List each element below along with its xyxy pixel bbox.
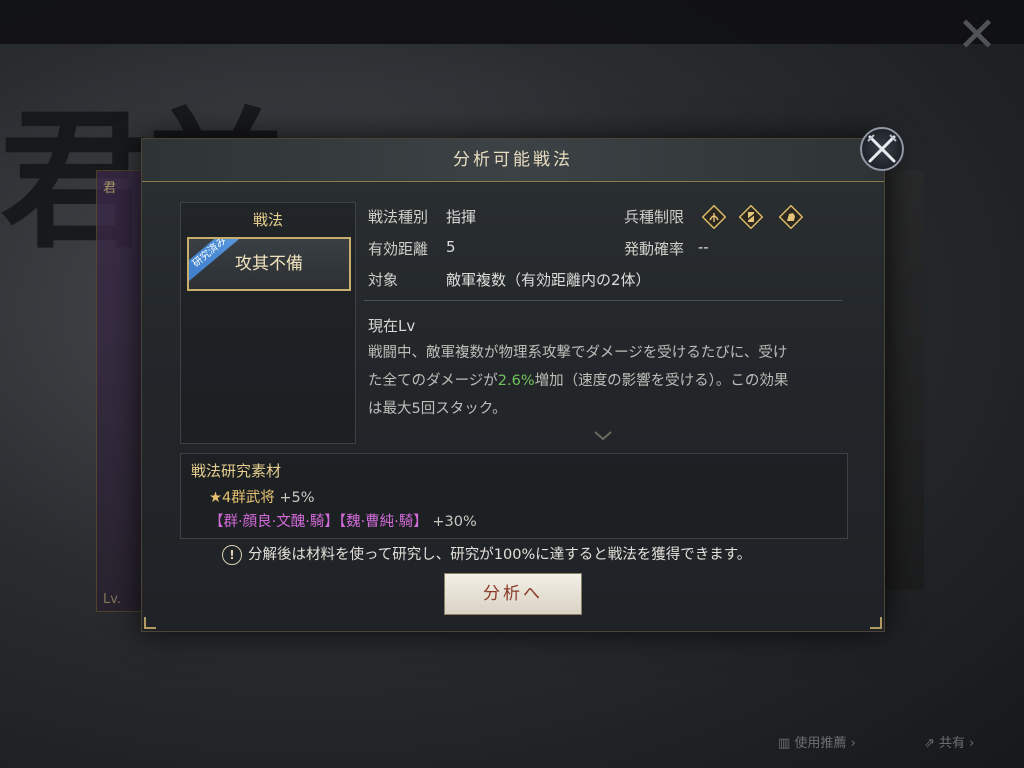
tactic-type-value: 指揮 [446,208,477,226]
current-level-title: 現在Lv [368,317,416,335]
material-item-1-name: ★4群武将 [209,490,275,506]
background-card-level: Lv. [103,592,122,607]
target-value: 敵軍複数（有効距離内の2体） [446,271,651,289]
share-button: ⇗ 共有 › [924,736,975,751]
material-item-2: 【群·顔良·文醜·騎】【魏·曹純·騎】 +30% [209,510,477,531]
cavalry-icon[interactable] [778,204,804,230]
info-divider [364,300,842,301]
corner-ornament-left [144,617,156,629]
tactic-description: 戦闘中、敵軍複数が物理系攻撃でダメージを受けるたびに、受け た全てのダメージが2… [368,339,844,423]
research-notice: ! 分解後は材料を使って研究し、研究が100%に達すると戦法を獲得できます。 [222,543,822,567]
tactic-list-title: 戦法 [252,211,283,229]
background-close-icon: ✕ [956,7,998,63]
tactic-list-panel: 戦法 攻其不備 研究済み [180,202,356,444]
material-item-2-name: 【群·顔良·文醜·騎】【魏·曹純·騎】 [209,514,428,530]
description-line-2: た全てのダメージが2.6%増加（速度の影響を受ける）。この効果 [368,373,789,389]
share-label: 共有 [939,736,966,751]
range-label: 有効距離 [368,240,429,258]
dialog-title: 分析可能戦法 [453,150,573,170]
material-item-2-bonus: +30% [432,514,477,530]
background-card-title: 君 [103,181,117,196]
tactic-item-selected[interactable]: 攻其不備 研究済み [187,237,351,291]
materials-title: 戦法研究素材 [191,462,282,480]
research-materials-panel: 戦法研究素材 ★4群武将 +5% 【群·顔良·文醜·騎】【魏·曹純·騎】 +30… [180,453,848,539]
analyze-button-label: 分析へ [483,584,543,604]
close-button[interactable] [860,127,904,171]
tactic-type-label: 戦法種別 [368,208,429,226]
range-value: 5 [446,238,456,256]
material-item-1: ★4群武将 +5% [209,486,315,507]
shield-icon[interactable] [738,204,764,230]
notice-text: 分解後は材料を使って研究し、研究が100%に達すると戦法を獲得できます。 [248,547,752,563]
exclamation-icon: ! [222,545,242,565]
background-right-column [884,170,924,590]
activation-rate-label: 発動確率 [624,240,685,258]
analysis-dialog: 分析可能戦法 戦法 攻其不備 研究済み 戦法種別 指揮 有効距離 5 対象 敵軍… [141,127,904,632]
corner-ornament-right [870,617,882,629]
analyze-button[interactable]: 分析へ [444,573,582,615]
crossed-swords-close-icon [867,134,897,163]
scroll-down-chevron-icon[interactable] [594,431,612,441]
share-icon: ⇗ [924,736,940,751]
bow-cavalry-icon[interactable] [701,204,727,230]
activation-rate-value: -- [698,238,709,256]
material-item-1-bonus: +5% [279,490,315,506]
background-general-card: 君 Lv. [96,170,146,612]
description-line-1: 戦闘中、敵軍複数が物理系攻撃でダメージを受けるたびに、受け [368,345,788,361]
recommend-button: ▥ 使用推薦 › [778,736,856,751]
list-icon: ▥ [778,736,795,751]
target-label: 対象 [368,271,399,289]
description-line-3: は最大5回スタック。 [368,401,507,417]
description-highlight-value: 2.6% [497,373,535,389]
unit-restriction-label: 兵種制限 [624,208,685,226]
recommend-label: 使用推薦 [794,736,847,751]
top-bar [0,0,1024,44]
